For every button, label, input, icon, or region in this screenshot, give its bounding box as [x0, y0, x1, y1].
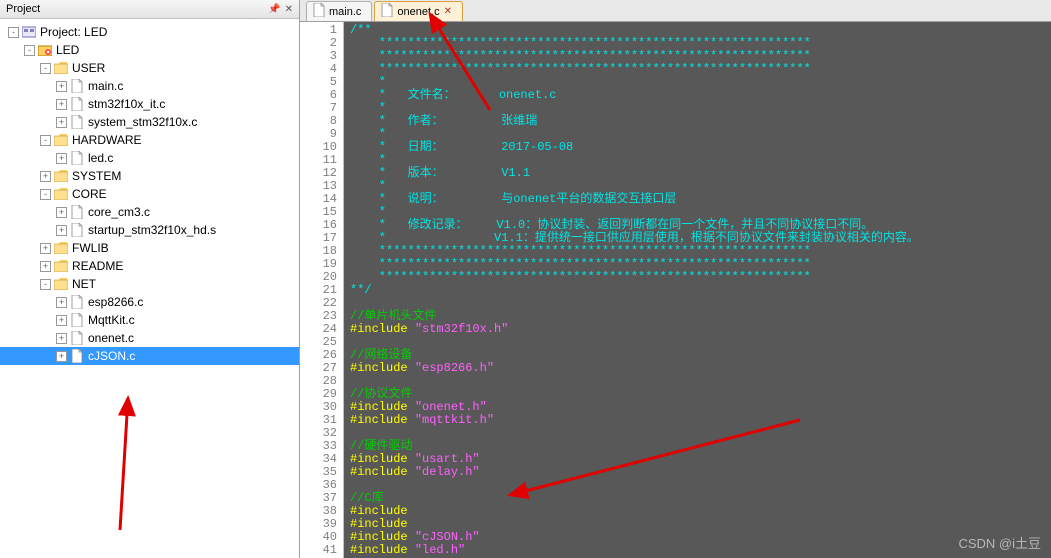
file-icon: [69, 205, 85, 219]
folder-icon: [53, 259, 69, 273]
folder-icon: [53, 61, 69, 75]
expander-icon[interactable]: +: [56, 117, 67, 128]
file-icon: [69, 151, 85, 165]
tree-label: HARDWARE: [72, 133, 142, 147]
expander-icon[interactable]: -: [24, 45, 35, 56]
tree-item[interactable]: + esp8266.c: [0, 293, 299, 311]
tree-label: FWLIB: [72, 241, 109, 255]
expander-icon[interactable]: +: [56, 225, 67, 236]
file-icon: [69, 223, 85, 237]
file-icon: [313, 3, 325, 20]
tree-label: SYSTEM: [72, 169, 121, 183]
target-icon: [37, 43, 53, 57]
tree-label: core_cm3.c: [88, 205, 150, 219]
tree-item[interactable]: + startup_stm32f10x_hd.s: [0, 221, 299, 239]
editor-tab[interactable]: onenet.c ✕: [374, 1, 463, 21]
watermark: CSDN @i土豆: [958, 533, 1041, 552]
expander-icon[interactable]: -: [40, 189, 51, 200]
tree-item[interactable]: - CORE: [0, 185, 299, 203]
tree-item[interactable]: - HARDWARE: [0, 131, 299, 149]
expander-icon[interactable]: -: [40, 135, 51, 146]
file-icon: [381, 3, 393, 20]
tree-item[interactable]: - NET: [0, 275, 299, 293]
file-icon: [69, 313, 85, 327]
tree-item[interactable]: + MqttKit.c: [0, 311, 299, 329]
file-icon: [69, 295, 85, 309]
expander-icon[interactable]: +: [56, 81, 67, 92]
line-gutter: 1234567891011121314151617181920212223242…: [300, 22, 344, 558]
expander-icon[interactable]: -: [40, 279, 51, 290]
folder-icon: [53, 169, 69, 183]
expander-icon[interactable]: +: [56, 99, 67, 110]
tree-label: stm32f10x_it.c: [88, 97, 165, 111]
tree-label: CORE: [72, 187, 107, 201]
file-icon: [69, 97, 85, 111]
expander-icon[interactable]: +: [56, 315, 67, 326]
file-icon: [69, 331, 85, 345]
folder-icon: [53, 133, 69, 147]
tree-item[interactable]: + main.c: [0, 77, 299, 95]
editor-area: main.c onenet.c ✕ 123456789101112131415161…: [300, 0, 1051, 558]
project-tree[interactable]: -Project: LED-LED-USER+main.c+stm32f10x_…: [0, 19, 299, 558]
code-editor[interactable]: 1234567891011121314151617181920212223242…: [300, 22, 1051, 558]
expander-icon[interactable]: +: [40, 171, 51, 182]
tree-label: cJSON.c: [88, 349, 135, 363]
tree-label: README: [72, 259, 123, 273]
tree-item[interactable]: + FWLIB: [0, 239, 299, 257]
editor-tabs: main.c onenet.c ✕: [300, 0, 1051, 22]
expander-icon[interactable]: +: [56, 351, 67, 362]
expander-icon[interactable]: +: [56, 153, 67, 164]
tree-label: USER: [72, 61, 105, 75]
tree-label: NET: [72, 277, 96, 291]
tree-item[interactable]: - Project: LED: [0, 23, 299, 41]
editor-tab[interactable]: main.c: [306, 1, 372, 21]
expander-icon[interactable]: +: [56, 207, 67, 218]
tab-close-icon[interactable]: ✕: [444, 6, 452, 17]
folder-icon: [53, 277, 69, 291]
tree-label: Project: LED: [40, 25, 107, 39]
tree-label: esp8266.c: [88, 295, 143, 309]
expander-icon[interactable]: -: [8, 27, 19, 38]
tree-item[interactable]: + cJSON.c: [0, 347, 299, 365]
expander-icon[interactable]: +: [40, 261, 51, 272]
tree-label: startup_stm32f10x_hd.s: [88, 223, 216, 237]
folder-icon: [53, 241, 69, 255]
file-icon: [69, 115, 85, 129]
tree-item[interactable]: + led.c: [0, 149, 299, 167]
code-content[interactable]: /** ************************************…: [344, 22, 1051, 558]
close-icon[interactable]: ✕: [285, 4, 293, 15]
tree-label: MqttKit.c: [88, 313, 135, 327]
tree-item[interactable]: + README: [0, 257, 299, 275]
expander-icon[interactable]: +: [40, 243, 51, 254]
project-icon: [21, 25, 37, 39]
file-icon: [69, 349, 85, 363]
tree-item[interactable]: - USER: [0, 59, 299, 77]
tree-item[interactable]: + core_cm3.c: [0, 203, 299, 221]
tab-label: main.c: [329, 6, 361, 18]
project-header: Project 📌 ✕: [0, 0, 299, 19]
panel-title: Project: [6, 3, 40, 15]
tree-item[interactable]: + onenet.c: [0, 329, 299, 347]
pin-icon[interactable]: 📌: [268, 4, 280, 15]
expander-icon[interactable]: +: [56, 297, 67, 308]
project-panel: Project 📌 ✕ -Project: LED-LED-USER+main.…: [0, 0, 300, 558]
tree-label: LED: [56, 43, 79, 57]
folder-icon: [53, 187, 69, 201]
expander-icon[interactable]: +: [56, 333, 67, 344]
tree-item[interactable]: + stm32f10x_it.c: [0, 95, 299, 113]
tab-label: onenet.c: [397, 6, 439, 18]
tree-label: onenet.c: [88, 331, 134, 345]
tree-label: led.c: [88, 151, 113, 165]
tree-label: system_stm32f10x.c: [88, 115, 197, 129]
tree-label: main.c: [88, 79, 123, 93]
file-icon: [69, 79, 85, 93]
tree-item[interactable]: + system_stm32f10x.c: [0, 113, 299, 131]
tree-item[interactable]: + SYSTEM: [0, 167, 299, 185]
tree-item[interactable]: - LED: [0, 41, 299, 59]
expander-icon[interactable]: -: [40, 63, 51, 74]
